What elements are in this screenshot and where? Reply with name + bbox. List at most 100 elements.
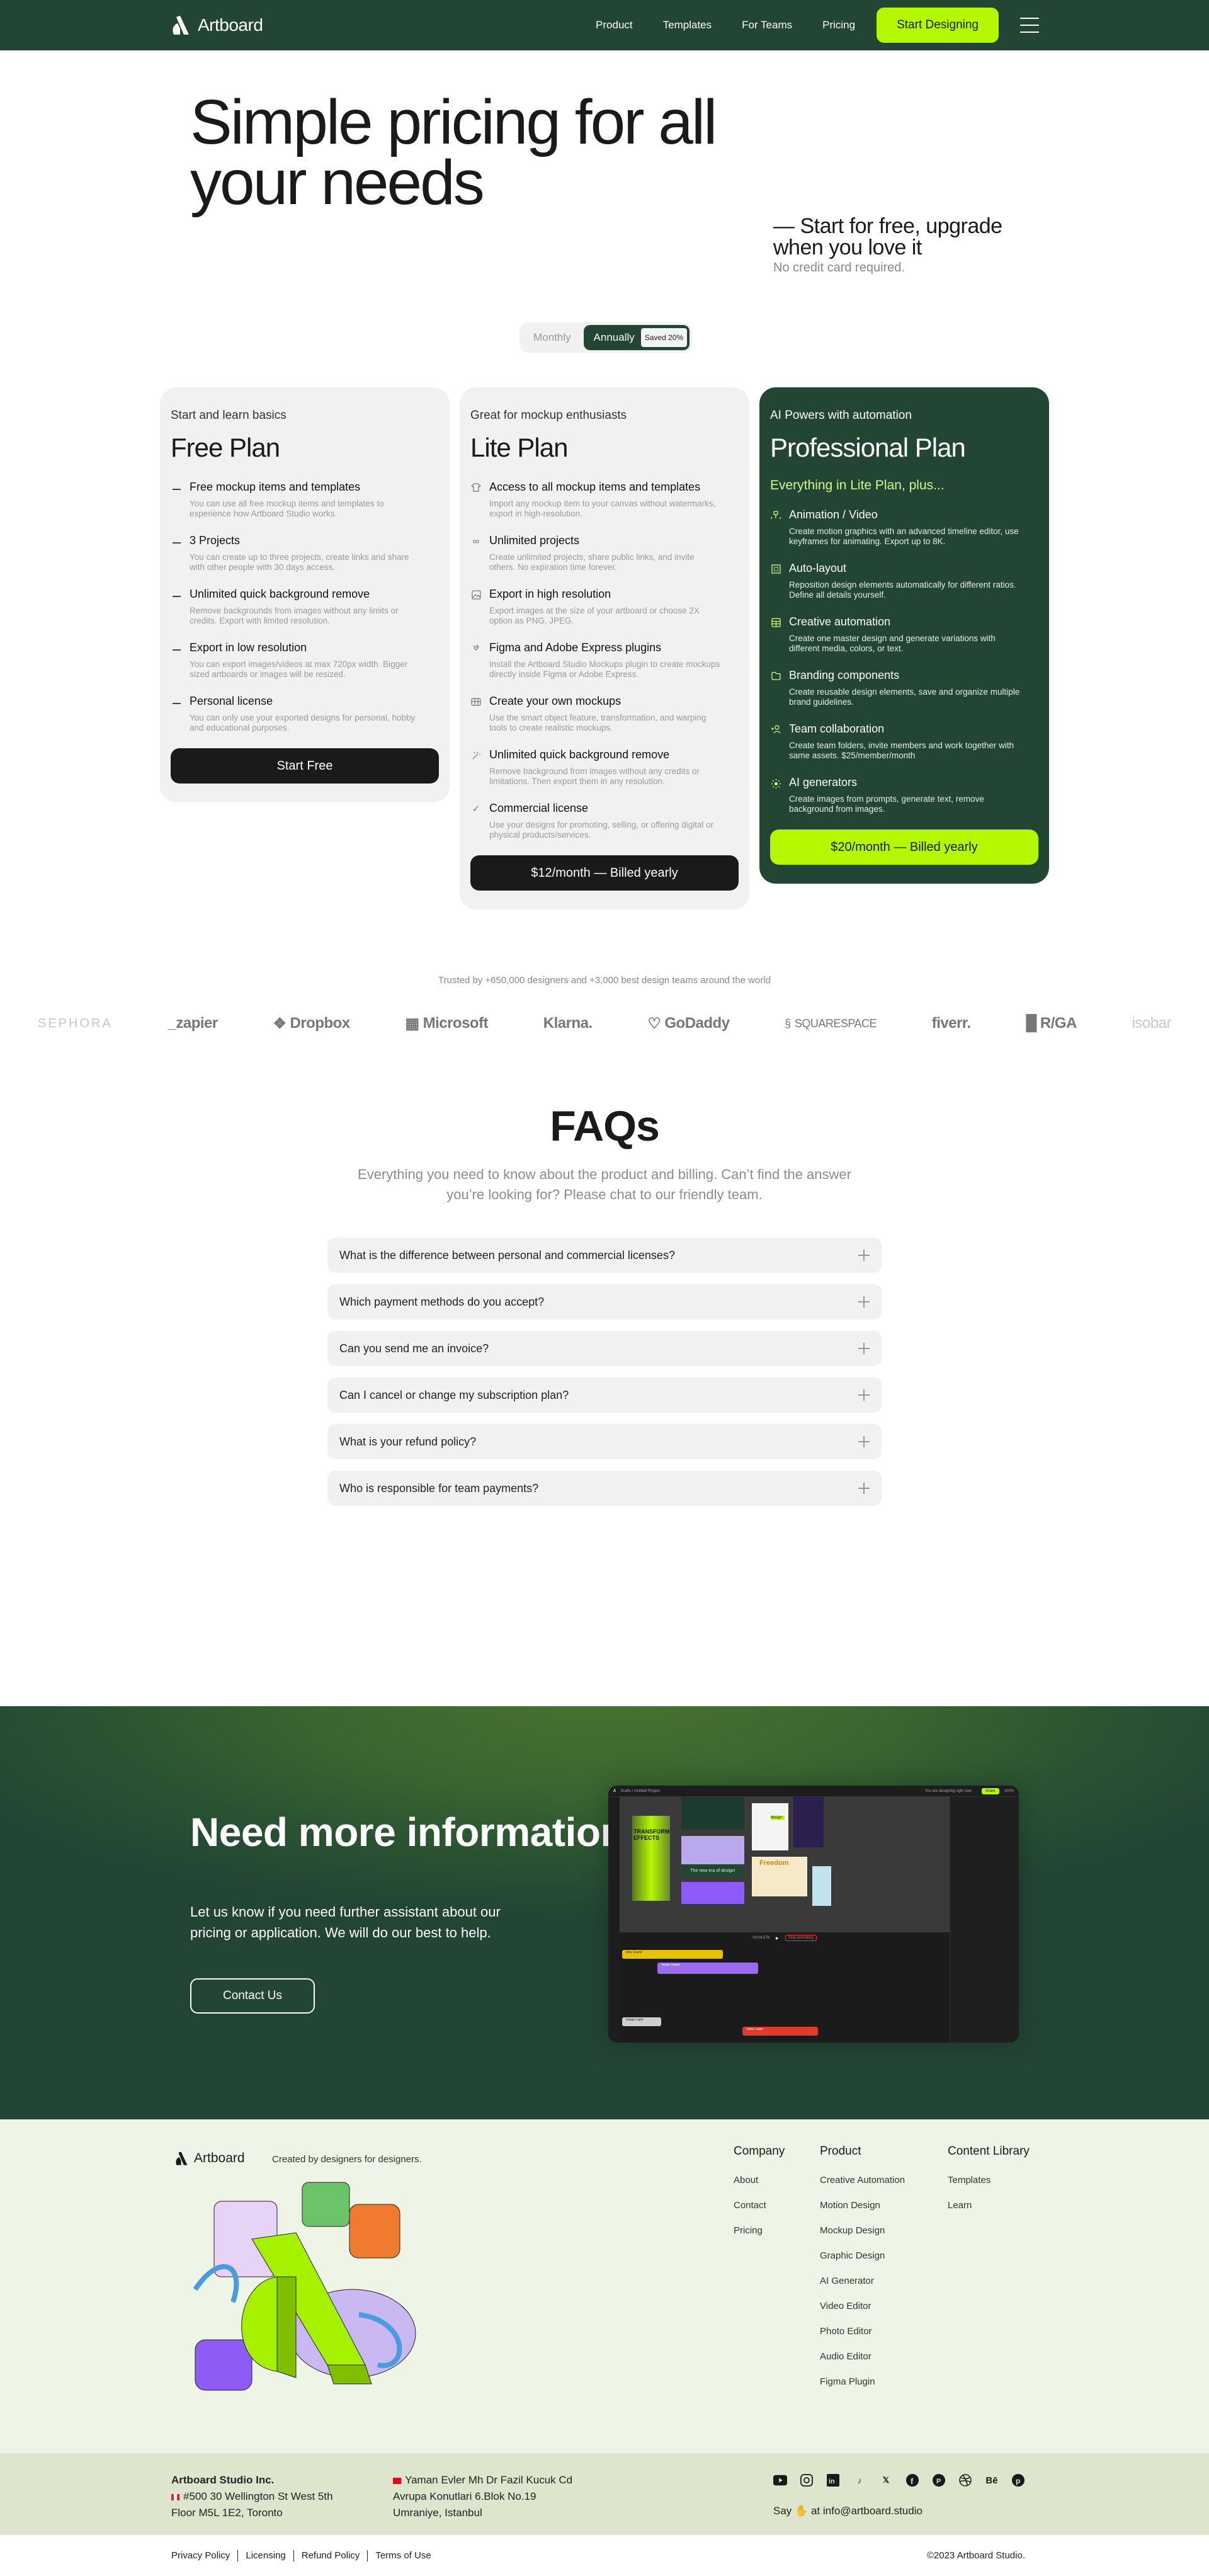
faq-item[interactable]: Who is responsible for team payments? <box>327 1471 882 1506</box>
footer-link-figma-plugin[interactable]: Figma Plugin <box>820 2376 905 2388</box>
plus-icon[interactable] <box>858 1483 870 1494</box>
start-free-button[interactable]: Start Free <box>171 748 439 784</box>
faq-item[interactable]: Which payment methods do you accept? <box>327 1284 882 1319</box>
feature-title: Branding components <box>789 669 900 681</box>
hero-note: No credit card required. <box>773 261 905 275</box>
nav-link-product[interactable]: Product <box>596 19 633 31</box>
plan-title: Free Plan <box>171 433 280 462</box>
billing-monthly-option[interactable]: Monthly <box>522 331 584 344</box>
footer-link-about[interactable]: About <box>734 2175 785 2186</box>
nav-link-for-teams[interactable]: For Teams <box>742 19 792 31</box>
youtube-icon[interactable] <box>773 2473 787 2487</box>
tile-illustration <box>681 1797 744 1830</box>
footer-contact-bar: Artboard Studio Inc. #500 30 Wellington … <box>0 2453 1209 2535</box>
feature-desc: Remove background from images without an… <box>489 767 700 786</box>
hero-section: Simple pricing for all your needs — Star… <box>0 50 1209 353</box>
instagram-icon[interactable] <box>800 2473 814 2487</box>
licensing-link[interactable]: Licensing <box>246 2550 285 2561</box>
editor-canvas: TRANSFORM EFFECTS The new era of design!… <box>620 1797 950 1932</box>
footer-link-motion-design[interactable]: Motion Design <box>820 2200 905 2211</box>
faq-section: FAQs Everything you need to know about t… <box>0 1102 1209 1506</box>
footer-link-creative-automation[interactable]: Creative Automation <box>820 2175 905 2186</box>
linkedin-icon[interactable]: in <box>826 2473 840 2487</box>
refund-policy-link[interactable]: Refund Policy <box>302 2550 360 2561</box>
footer-link-audio-editor[interactable]: Audio Editor <box>820 2351 905 2362</box>
terms-of-use-link[interactable]: Terms of Use <box>375 2550 431 2561</box>
feature-desc: You can create up to three projects, cre… <box>190 552 409 572</box>
plan-card-lite: Great for mockup enthusiasts Lite Plan A… <box>460 387 749 909</box>
divider <box>367 2550 368 2562</box>
contact-us-button[interactable]: Contact Us <box>190 1978 315 2014</box>
privacy-policy-link[interactable]: Privacy Policy <box>171 2550 230 2561</box>
footer-link-photo-editor[interactable]: Photo Editor <box>820 2326 905 2337</box>
behance-icon[interactable]: Bē <box>985 2473 999 2487</box>
feature-title: Unlimited quick background remove <box>489 748 670 761</box>
feature-title: Commercial license <box>489 802 589 814</box>
x-icon[interactable]: 𝕏 <box>879 2473 893 2487</box>
plan-feature: Figma and Adobe Express plugins Install t… <box>470 641 739 680</box>
footer-link-templates[interactable]: Templates <box>948 2175 1030 2186</box>
plan-card-professional: AI Powers with automation Professional P… <box>759 387 1049 884</box>
footer-link-graphic-design[interactable]: Graphic Design <box>820 2250 905 2262</box>
faq-item[interactable]: Can I cancel or change my subscription p… <box>327 1377 882 1413</box>
tile-text: The new era of design! <box>681 1864 744 1877</box>
pinterest-icon[interactable]: p <box>1011 2473 1025 2487</box>
professional-plan-button[interactable]: $20/month — Billed yearly <box>770 829 1038 865</box>
microsoft-icon: ▦ <box>405 1015 419 1032</box>
nav-link-pricing[interactable]: Pricing <box>822 19 855 31</box>
faq-subtitle: Everything you need to know about the pr… <box>358 1166 851 1202</box>
plus-icon[interactable] <box>858 1343 870 1354</box>
menu-icon[interactable] <box>1020 18 1039 33</box>
tiktok-icon[interactable]: ♪ <box>853 2473 866 2487</box>
stop-animating-button: Stop animating <box>785 1935 817 1941</box>
brand-logo-squarespace: § SQUARESPACE <box>785 1017 877 1030</box>
brand-logo-fiverr: fiverr. <box>931 1015 971 1032</box>
footer-logo[interactable]: Artboard <box>174 2151 245 2166</box>
dribbble-icon[interactable] <box>958 2473 972 2487</box>
footer-link-learn[interactable]: Learn <box>948 2200 1030 2211</box>
saved-badge: Saved 20% <box>640 328 688 347</box>
email-link[interactable]: info@artboard.studio <box>823 2505 922 2517</box>
billing-annually-option[interactable]: Annually Saved 20% <box>583 325 690 350</box>
page-title: Simple pricing for all your needs <box>190 87 717 218</box>
plan-card-free: Start and learn basics Free Plan Free mo… <box>160 387 450 802</box>
plus-icon[interactable] <box>858 1296 870 1308</box>
feature-title: Export in low resolution <box>190 641 307 654</box>
brand-logo-klarna: Klarna. <box>543 1015 593 1032</box>
brand-logo[interactable]: Artboard <box>170 14 263 36</box>
brand-logos: SEPHORA _zapier ❖ Dropbox ▦ Microsoft Klar… <box>0 1011 1209 1036</box>
address-canada: Artboard Studio Inc. #500 30 Wellington … <box>171 2472 333 2521</box>
footer-link-ai-generator[interactable]: AI Generator <box>820 2276 905 2287</box>
footer-link-pricing[interactable]: Pricing <box>734 2225 785 2237</box>
lite-plan-button[interactable]: $12/month — Billed yearly <box>470 855 739 891</box>
faq-item[interactable]: Can you send me an invoice? <box>327 1331 882 1366</box>
plus-icon[interactable] <box>858 1250 870 1261</box>
footer-link-mockup-design[interactable]: Mockup Design <box>820 2225 905 2237</box>
divider <box>293 2550 294 2562</box>
feature-title: Personal license <box>190 695 273 707</box>
start-designing-button[interactable]: Start Designing <box>877 8 999 43</box>
say-at: at <box>810 2505 820 2517</box>
brand-name: Artboard <box>198 15 263 35</box>
feature-title: Create your own mockups <box>489 695 622 707</box>
faq-question: Which payment methods do you accept? <box>339 1295 545 1308</box>
footer-link-contact[interactable]: Contact <box>734 2200 785 2211</box>
faq-item[interactable]: What is your refund policy? <box>327 1424 882 1459</box>
add-user-icon <box>770 725 781 761</box>
faq-question: What is your refund policy? <box>339 1435 477 1448</box>
faq-item[interactable]: What is the difference between personal … <box>327 1238 882 1273</box>
facebook-icon[interactable]: f <box>905 2473 919 2487</box>
address-line: Floor M5L 1E2, Toronto <box>171 2507 283 2519</box>
plus-icon[interactable] <box>858 1389 870 1401</box>
dash-icon <box>171 697 182 733</box>
nav-link-templates[interactable]: Templates <box>663 19 712 31</box>
plan-feature: AI generators Create images from prompts,… <box>770 776 1038 814</box>
feature-title: Unlimited quick background remove <box>190 588 370 600</box>
footer-link-video-editor[interactable]: Video Editor <box>820 2301 905 2312</box>
feature-title: Figma and Adobe Express plugins <box>489 641 662 654</box>
contact-text: Let us know if you need further assistan… <box>190 1904 501 1941</box>
plus-icon[interactable] <box>858 1436 870 1447</box>
producthunt-icon[interactable]: P <box>932 2473 946 2487</box>
faq-question: Who is responsible for team payments? <box>339 1481 539 1495</box>
feature-desc: Import any mockup item to your canvas wi… <box>489 499 716 518</box>
